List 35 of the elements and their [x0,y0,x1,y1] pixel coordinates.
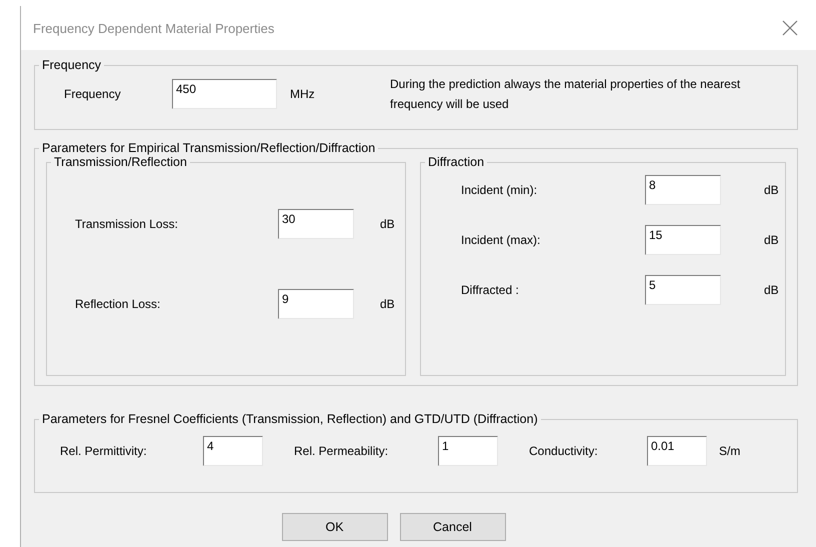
close-icon[interactable] [782,20,798,36]
unit-label: dB [380,297,395,311]
field-label: Rel. Permeability: [294,444,390,458]
field-label: Incident (max): [461,233,542,247]
input-field[interactable]: 450 [172,79,277,109]
unit-label: dB [764,183,779,197]
input-field[interactable]: 1 [438,436,498,466]
field-label: Transmission Loss: [75,217,179,231]
field-label: Incident (min): [461,183,538,197]
unit-label: dB [380,217,395,231]
unit-label: dB [764,283,779,297]
input-field[interactable]: 8 [645,175,721,205]
group-title: Diffraction [427,155,486,169]
info-text: During the prediction always the material properties of the nearest frequency will be used [390,76,742,113]
field-label: Frequency [64,87,122,101]
input-field[interactable]: 15 [645,225,721,255]
input-field[interactable]: 5 [645,275,721,305]
window-title: Frequency Dependent Material Properties [33,20,274,36]
field-label: Conductivity: [529,444,599,458]
ok-button[interactable]: OK [282,513,388,541]
input-field[interactable]: 9 [278,289,354,319]
input-field[interactable]: 4 [203,436,263,466]
unit-label: MHz [290,87,316,101]
unit-label: dB [764,233,779,247]
group-title: Parameters for Empirical Transmission/Reflection/Diffraction [41,141,376,155]
group-title: Parameters for Fresnel Coefficients (Transmission, Reflection) and GTD/UTD (Diffraction) [41,412,539,426]
field-label: Diffracted : [461,283,520,297]
group-title: Transmission/Reflection [53,155,188,169]
group-title: Frequency [41,58,102,72]
input-field[interactable]: 0.01 [647,436,707,466]
cancel-button[interactable]: Cancel [400,513,506,541]
unit-label: S/m [719,444,740,458]
field-label: Reflection Loss: [75,297,162,311]
field-label: Rel. Permittivity: [60,444,148,458]
input-field[interactable]: 30 [278,209,354,239]
